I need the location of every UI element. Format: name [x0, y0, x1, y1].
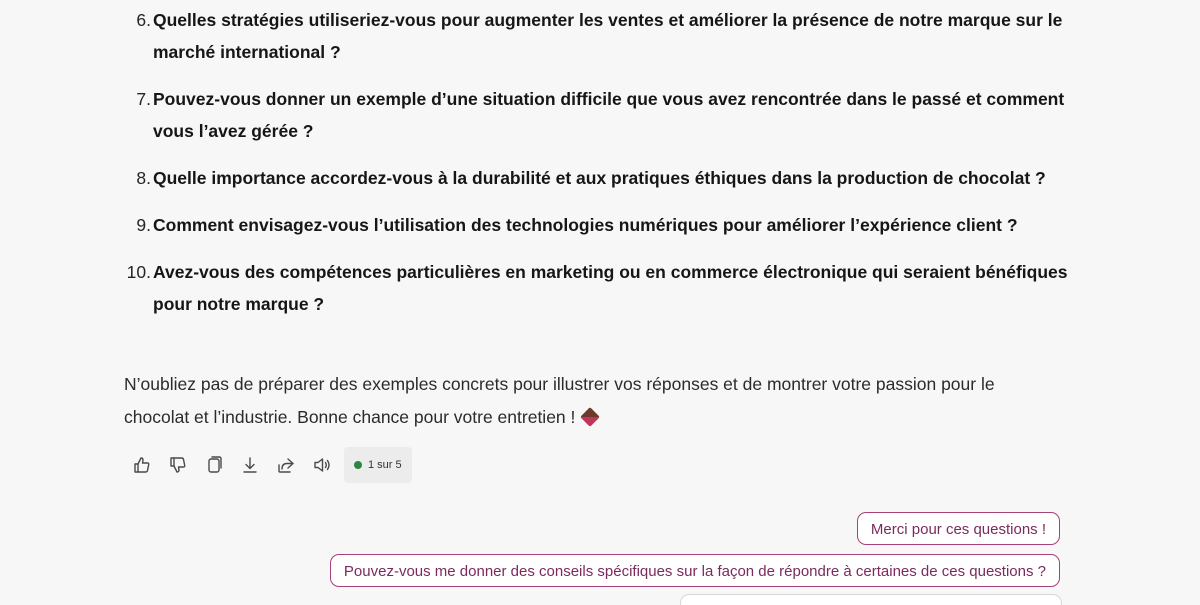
list-number: 10.	[126, 262, 151, 282]
list-number: 8.	[136, 168, 151, 188]
thumbs-down-icon	[170, 457, 186, 473]
share-button[interactable]	[272, 451, 300, 479]
chocolate-emoji-icon	[580, 407, 601, 427]
question-list: 6. Quelles stratégies utiliseriez-vous p…	[124, 4, 1074, 335]
list-number: 6.	[136, 10, 151, 30]
copy-icon	[208, 456, 222, 473]
closing-text: N’oubliez pas de préparer des exemples c…	[124, 374, 995, 427]
list-number: 9.	[136, 215, 151, 235]
suggestion-chip-partial[interactable]	[680, 594, 1062, 605]
question-text: Avez-vous des compétences particulières …	[153, 262, 1068, 314]
question-text: Quelle importance accordez-vous à la dur…	[153, 168, 1046, 188]
list-item: 10. Avez-vous des compétences particuliè…	[124, 256, 1074, 320]
list-item: 9. Comment envisagez-vous l’utilisation …	[124, 209, 1074, 241]
speaker-icon	[314, 458, 330, 472]
question-text: Pouvez-vous donner un exemple d’une situ…	[153, 89, 1065, 141]
suggestion-chip-advice[interactable]: Pouvez-vous me donner des conseils spéci…	[329, 554, 1060, 587]
chat-response-page: 6. Quelles stratégies utiliseriez-vous p…	[0, 0, 1200, 605]
like-button[interactable]	[128, 451, 156, 479]
share-icon	[278, 458, 294, 473]
dislike-button[interactable]	[164, 451, 192, 479]
page-indicator-label: 1 sur 5	[368, 459, 402, 471]
copy-button[interactable]	[200, 451, 228, 479]
page-indicator[interactable]: 1 sur 5	[344, 447, 412, 483]
closing-paragraph: N’oubliez pas de préparer des exemples c…	[124, 368, 1064, 434]
list-item: 7. Pouvez-vous donner un exemple d’une s…	[124, 83, 1074, 147]
response-toolbar: 1 sur 5	[128, 446, 412, 484]
suggestion-chip-thanks[interactable]: Merci pour ces questions !	[856, 512, 1060, 545]
status-dot-icon	[354, 461, 362, 469]
download-icon	[243, 457, 257, 473]
question-text: Comment envisagez-vous l’utilisation des…	[153, 215, 1018, 235]
list-item: 8. Quelle importance accordez-vous à la …	[124, 162, 1074, 194]
download-button[interactable]	[236, 451, 264, 479]
list-item: 6. Quelles stratégies utiliseriez-vous p…	[124, 4, 1074, 68]
list-number: 7.	[136, 89, 151, 109]
read-aloud-button[interactable]	[308, 451, 336, 479]
question-text: Quelles stratégies utiliseriez-vous pour…	[153, 10, 1063, 62]
thumbs-up-icon	[134, 457, 150, 473]
